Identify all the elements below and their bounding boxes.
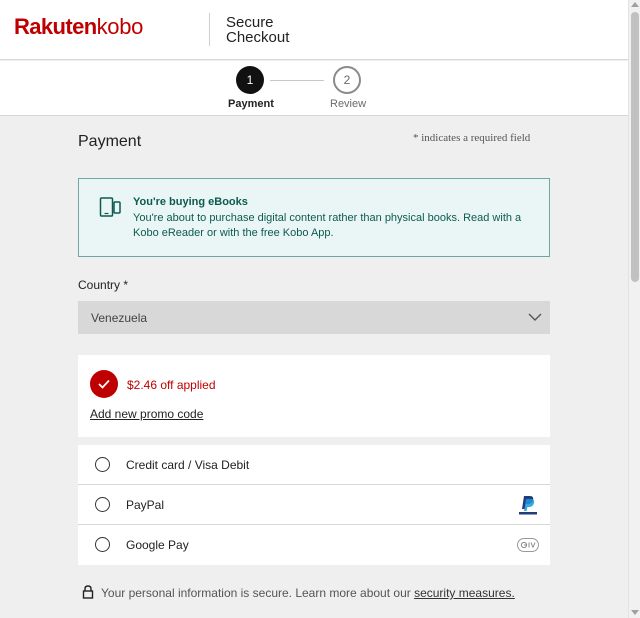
title-line1: Secure: [226, 14, 274, 31]
scroll-down-arrow-icon[interactable]: [631, 610, 639, 615]
secure-info-text: Your personal information is secure. Lea…: [101, 586, 515, 600]
checkout-stepper: 1 2 Payment Review: [0, 61, 628, 116]
promo-box: $2.46 off applied Add new promo code: [78, 355, 550, 437]
tablet-phone-icon: [99, 197, 121, 217]
payment-option-credit-card[interactable]: Credit card / Visa Debit: [78, 445, 550, 485]
page-title: Payment: [78, 133, 142, 150]
secure-checkout-title: Secure Checkout: [226, 15, 289, 45]
scrollbar-thumb[interactable]: [631, 12, 639, 282]
payment-option-label: Google Pay: [126, 538, 189, 552]
brand-kobo: kobo: [96, 14, 144, 39]
country-label-text: Country: [78, 278, 121, 292]
info-title: You're buying eBooks: [133, 196, 248, 208]
promo-applied-text: $2.46 off applied: [127, 378, 216, 392]
required-mark: *: [123, 278, 129, 292]
step-2-label: Review: [330, 98, 367, 110]
brand-rakuten: Rakuten: [14, 14, 97, 39]
payment-option-label: Credit card / Visa Debit: [126, 458, 250, 472]
scroll-up-arrow-icon[interactable]: [631, 2, 639, 7]
required-field-note: * indicates a required field: [413, 132, 531, 144]
paypal-logo-icon: [519, 496, 537, 515]
check-circle-icon: [90, 370, 118, 398]
header-divider: [209, 13, 210, 46]
step-1-label: Payment: [228, 98, 274, 110]
rakuten-kobo-logo[interactable]: Rakutenkobo: [14, 14, 143, 40]
ebooks-info-box: You're buying eBooks You're about to pur…: [78, 178, 550, 257]
credit-card-radio[interactable]: [95, 457, 110, 472]
google-pay-radio[interactable]: [95, 537, 110, 552]
paypal-radio[interactable]: [95, 497, 110, 512]
payment-option-google-pay[interactable]: Google Pay: [78, 525, 550, 565]
payment-option-label: PayPal: [126, 498, 165, 512]
payment-method-list: Credit card / Visa Debit PayPal Google P…: [78, 445, 550, 565]
country-label: Country *: [78, 278, 128, 292]
step-1-indicator: 1: [236, 66, 264, 94]
chevron-down-icon: [528, 313, 542, 321]
secure-text-body: Your personal information is secure. Lea…: [101, 586, 415, 600]
security-measures-link[interactable]: security measures.: [414, 586, 515, 600]
country-select[interactable]: Venezuela: [78, 301, 550, 334]
gpay-logo-icon: [517, 538, 539, 552]
header: Rakutenkobo Secure Checkout: [0, 0, 628, 60]
country-selected-value: Venezuela: [91, 311, 148, 325]
payment-option-paypal[interactable]: PayPal: [78, 485, 550, 525]
step-connector: [270, 80, 324, 81]
step-2-indicator: 2: [333, 66, 361, 94]
add-promo-code-link[interactable]: Add new promo code: [90, 407, 203, 421]
lock-icon: [82, 585, 94, 599]
vertical-scrollbar[interactable]: [628, 0, 640, 618]
checkmark-icon: [98, 379, 110, 389]
info-text: You're about to purchase digital content…: [133, 212, 522, 239]
title-line2: Checkout: [226, 29, 290, 46]
checkout-page: Rakutenkobo Secure Checkout 1 2 Payment …: [0, 0, 628, 618]
